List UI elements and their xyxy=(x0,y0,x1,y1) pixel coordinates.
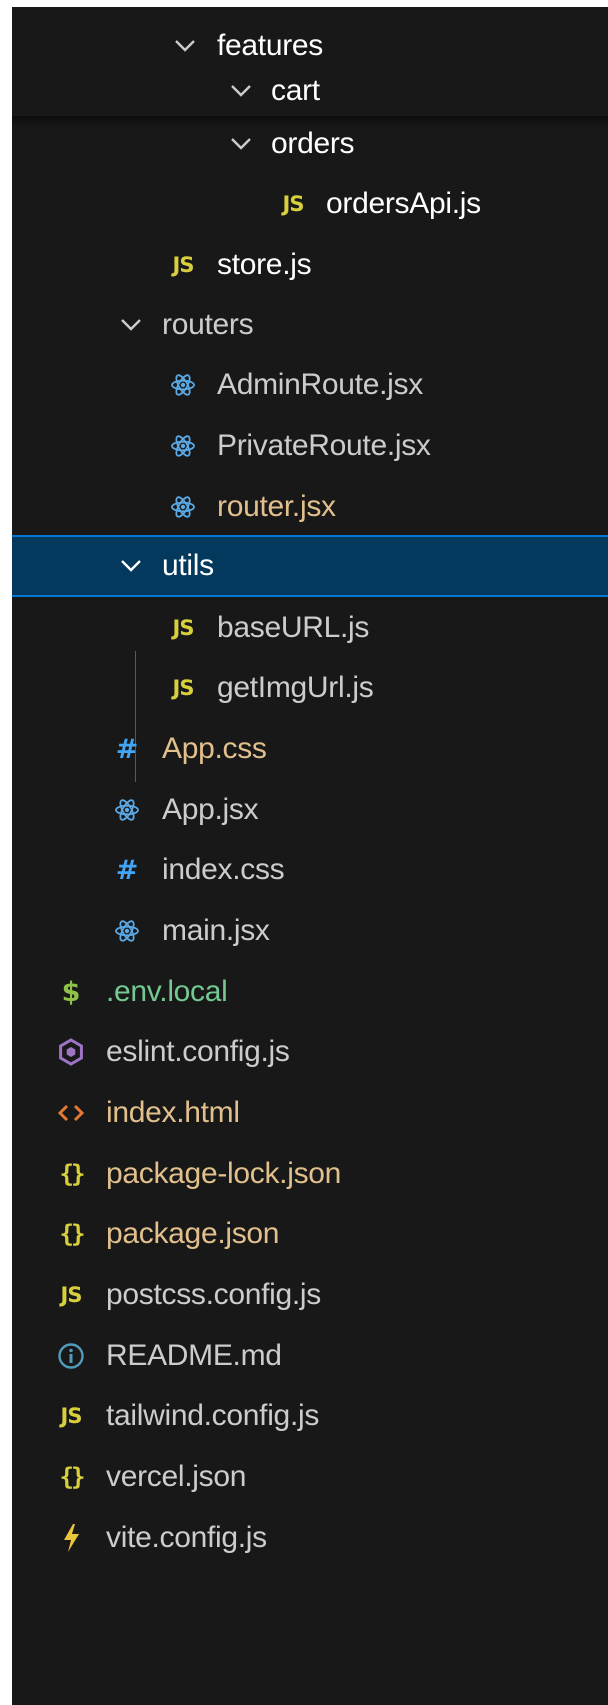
tree-file-adminroute-jsx[interactable]: AdminRoute.jsx xyxy=(12,354,608,416)
chevron-down-icon xyxy=(115,550,147,582)
tree-file-index-css[interactable]: # index.css xyxy=(12,839,608,901)
javascript-icon: JS xyxy=(172,616,195,640)
javascript-icon: JS xyxy=(172,676,195,700)
chevron-down-icon xyxy=(225,128,257,160)
tree-item-label: cart xyxy=(271,74,320,107)
tree-file-vite-config-js[interactable]: vite.config.js xyxy=(12,1507,608,1569)
chevron-down-icon xyxy=(115,309,147,341)
tree-item-label: orders xyxy=(271,127,355,160)
javascript-icon: JS xyxy=(60,1404,83,1428)
tree-item-label: utils xyxy=(162,549,214,582)
eslint-icon xyxy=(55,1036,87,1068)
css-hash-icon: # xyxy=(115,733,139,765)
tree-file-router-jsx[interactable]: router.jsx xyxy=(12,476,608,538)
tree-item-label: package-lock.json xyxy=(106,1157,342,1190)
json-braces-icon: {} xyxy=(59,1463,86,1491)
tree-item-label: getImgUrl.js xyxy=(217,671,374,704)
tree-item-label: features xyxy=(217,29,323,62)
tree-file-package-json[interactable]: {} package.json xyxy=(12,1203,608,1265)
tree-item-label: vercel.json xyxy=(106,1460,247,1493)
react-icon xyxy=(111,915,143,947)
tree-item-label: .env.local xyxy=(106,975,228,1008)
tree-item-label: eslint.config.js xyxy=(106,1035,290,1068)
tree-file-baseurl-js[interactable]: JS baseURL.js xyxy=(12,597,608,659)
json-braces-icon: {} xyxy=(59,1160,86,1188)
tree-folder-orders[interactable]: orders xyxy=(12,113,608,175)
tree-file-app-css[interactable]: # App.css xyxy=(12,718,608,780)
vite-bolt-icon xyxy=(55,1522,87,1554)
tree-file-env-local[interactable]: $ .env.local xyxy=(12,961,608,1023)
tree-item-label: tailwind.config.js xyxy=(106,1399,320,1432)
tree-file-postcss-config-js[interactable]: JS postcss.config.js xyxy=(12,1264,608,1326)
dollar-icon: $ xyxy=(61,976,81,1008)
tree-file-vercel-json[interactable]: {} vercel.json xyxy=(12,1446,608,1508)
tree-item-label: ordersApi.js xyxy=(326,187,481,220)
chevron-down-icon xyxy=(169,30,201,62)
tree-file-main-jsx[interactable]: main.jsx xyxy=(12,900,608,962)
tree-item-label: index.html xyxy=(106,1096,240,1129)
tree-item-label: PrivateRoute.jsx xyxy=(217,429,431,462)
tree-item-label: store.js xyxy=(217,248,312,281)
tree-file-store-js[interactable]: JS store.js xyxy=(12,234,608,296)
tree-file-tailwind-config-js[interactable]: JS tailwind.config.js xyxy=(12,1385,608,1447)
tree-item-label: router.jsx xyxy=(217,490,336,523)
tree-folder-utils[interactable]: utils xyxy=(12,535,608,597)
tree-file-privateroute-jsx[interactable]: PrivateRoute.jsx xyxy=(12,415,608,477)
css-hash-icon: # xyxy=(115,854,139,886)
tree-file-package-lock-json[interactable]: {} package-lock.json xyxy=(12,1143,608,1205)
tree-file-index-html[interactable]: index.html xyxy=(12,1082,608,1144)
javascript-icon: JS xyxy=(172,253,195,277)
tree-item-label: baseURL.js xyxy=(217,611,370,644)
javascript-icon: JS xyxy=(282,192,305,216)
file-explorer-tree: features cart orders JS ordersApi.js JS … xyxy=(12,7,608,1705)
tree-item-label: package.json xyxy=(106,1217,280,1250)
tree-item-label: README.md xyxy=(106,1339,282,1372)
tree-item-label: vite.config.js xyxy=(106,1521,267,1554)
tree-item-label: App.jsx xyxy=(162,793,259,826)
chevron-down-icon xyxy=(225,75,257,107)
tree-item-label: main.jsx xyxy=(162,914,270,947)
tree-file-readme-md[interactable]: README.md xyxy=(12,1325,608,1387)
tree-item-label: routers xyxy=(162,308,254,341)
tree-file-app-jsx[interactable]: App.jsx xyxy=(12,779,608,841)
json-braces-icon: {} xyxy=(59,1220,86,1248)
tree-file-getimgurl-js[interactable]: JS getImgUrl.js xyxy=(12,657,608,719)
tree-item-label: AdminRoute.jsx xyxy=(217,368,423,401)
react-icon xyxy=(111,794,143,826)
tree-item-label: index.css xyxy=(162,853,285,886)
react-icon xyxy=(167,430,199,462)
tree-folder-routers[interactable]: routers xyxy=(12,294,608,356)
info-icon xyxy=(55,1340,87,1372)
react-icon xyxy=(167,491,199,523)
tree-item-label: postcss.config.js xyxy=(106,1278,321,1311)
react-icon xyxy=(167,369,199,401)
tree-item-label: App.css xyxy=(162,732,267,765)
javascript-icon: JS xyxy=(60,1283,83,1307)
tree-file-eslint-config-js[interactable]: eslint.config.js xyxy=(12,1021,608,1083)
html-icon xyxy=(55,1097,87,1129)
tree-file-ordersapi-js[interactable]: JS ordersApi.js xyxy=(12,173,608,235)
